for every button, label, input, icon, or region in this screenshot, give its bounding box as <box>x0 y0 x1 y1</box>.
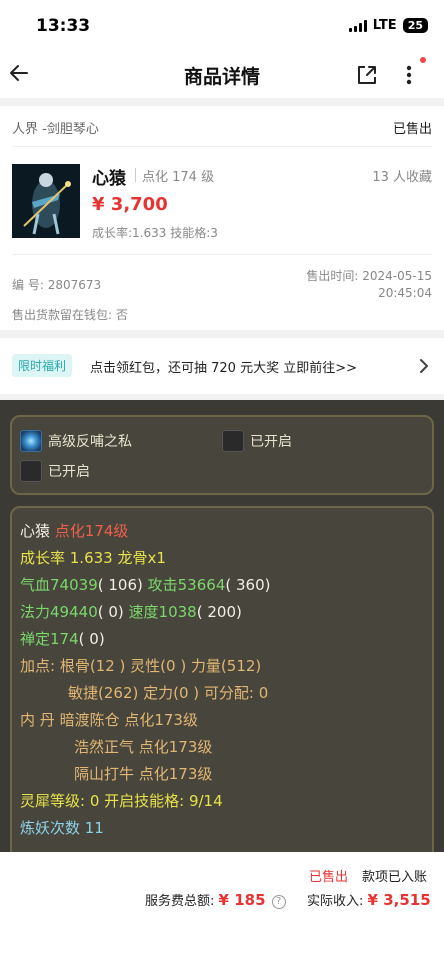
battery-icon: 25 <box>402 18 428 33</box>
skill-slots-frame: 高级反哺之私 已开启 已开启 <box>10 415 434 495</box>
sold-status: 已售出 <box>309 870 349 885</box>
def-bonus: ( 0) <box>78 630 105 648</box>
inner-core-label: 内 丹 <box>20 711 55 729</box>
rhino-line: 灵犀等级: 0 开启技能格: 9/14 <box>20 792 223 810</box>
income-value: ¥ 3,515 <box>367 891 431 909</box>
favorites-count: 13 人收藏 <box>372 170 432 185</box>
service-fee-label: 服务费总额: <box>145 894 215 909</box>
skill-icon <box>20 460 42 482</box>
more-icon[interactable] <box>400 62 418 88</box>
def-line: 禅定174( 0) <box>20 628 105 649</box>
points-line-2: 敏捷(262) 定力(0 ) 可分配: 0 <box>68 684 269 702</box>
skill-slot-label: 高级反哺之私 <box>48 434 132 450</box>
skill-icon <box>222 430 244 452</box>
inner-core-item: 浩然正气 点化173级 <box>74 738 213 756</box>
wallet-setting: 售出货款留在钱包: 否 <box>12 306 128 323</box>
atk-bonus: ( 360) <box>225 576 271 594</box>
actual-income: 实际收入: ¥ 3,515 <box>307 890 431 909</box>
divider <box>0 330 444 338</box>
divider <box>135 168 136 182</box>
settled-status: 款项已入账 <box>362 870 428 885</box>
spd-label: 速度 <box>128 603 159 621</box>
product-card: 人界 -剑胆琴心 已售出 心猿 点化 174 级 13 人收藏 ¥ 3,700 … <box>0 106 444 330</box>
hp-bonus: ( 106) <box>97 576 143 594</box>
skill-slot[interactable]: 已开启 <box>20 460 90 482</box>
divider <box>0 98 444 106</box>
promo-banner[interactable]: 限时福利 点击领红包，还可抽 720 元大奖 立即前往>> <box>0 338 444 394</box>
wallet-label: 售出货款留在钱包: <box>12 308 113 322</box>
pet-level: 点化174级 <box>54 522 129 540</box>
notification-dot <box>420 57 426 63</box>
atk-label: 攻击 <box>147 576 178 594</box>
income-label: 实际收入: <box>307 894 364 909</box>
status-bar: 13:33 LTE 25 <box>0 0 444 52</box>
inner-core-item: 隔山打牛 点化173级 <box>74 765 213 783</box>
signal-icon <box>348 19 367 32</box>
product-id: 编 号: 2807673 <box>12 276 101 293</box>
sold-time: 售出时间: 2024-05-15 20:45:04 <box>306 268 432 302</box>
atk-value: 53664 <box>177 576 226 594</box>
wallet-value: 否 <box>115 308 128 322</box>
server-name: 人界 -剑胆琴心 <box>12 122 99 137</box>
mp-bonus: ( 0) <box>97 603 124 621</box>
nav-bar: 商品详情 <box>0 52 444 98</box>
status-icons: LTE 25 <box>348 18 428 33</box>
sold-time-label: 售出时间: <box>306 269 359 283</box>
promo-text: 点击领红包，还可抽 720 元大奖 立即前往>> <box>90 361 357 376</box>
product-id-label: 编 号: <box>12 278 44 292</box>
game-detail-panel: 高级反哺之私 已开启 已开启 心猿 点化174级 成长率 1.633 龙骨x1 … <box>0 400 444 852</box>
spd-value: 1038 <box>158 603 197 621</box>
sale-status: 已售出 <box>392 122 432 137</box>
hp-value: 74039 <box>50 576 98 594</box>
promo-badge: 限时福利 <box>12 354 73 377</box>
network-label: LTE <box>372 18 397 33</box>
product-level: 点化 174 级 <box>142 170 215 185</box>
service-fee: 服务费总额: ¥ 185 ? <box>145 890 286 909</box>
sold-clock: 20:45:04 <box>378 286 432 300</box>
pet-name-line: 心猿 点化174级 <box>20 520 128 541</box>
mp-value: 49440 <box>50 603 98 621</box>
share-icon[interactable] <box>356 64 378 86</box>
chevron-right-icon[interactable] <box>418 358 430 374</box>
refine-line: 炼妖次数 11 <box>20 819 104 837</box>
product-price: ¥ 3,700 <box>92 194 168 215</box>
def-label: 禅定 <box>20 630 51 648</box>
service-fee-value: ¥ 185 <box>218 891 266 909</box>
help-icon[interactable]: ? <box>271 895 286 909</box>
divider <box>12 146 432 147</box>
product-attributes: 成长率:1.633 技能格:3 <box>92 226 218 240</box>
pet-name: 心猿 <box>20 522 51 540</box>
growth-line: 成长率 1.633 龙骨x1 <box>20 549 166 567</box>
skill-slot-label: 已开启 <box>250 434 292 450</box>
bottom-bar: 已售出 款项已入账 服务费总额: ¥ 185 ? 实际收入: ¥ 3,515 <box>0 852 444 960</box>
product-thumbnail[interactable] <box>12 164 80 238</box>
hp-atk-line: 气血74039( 106) 攻击53664( 360) <box>20 574 270 595</box>
mp-label: 法力 <box>20 603 51 621</box>
skill-slot[interactable]: 已开启 <box>222 430 292 452</box>
skill-slot[interactable]: 高级反哺之私 <box>20 430 132 452</box>
skill-slot-label: 已开启 <box>48 464 90 480</box>
divider <box>12 254 432 255</box>
product-id-value: 2807673 <box>47 278 102 292</box>
skill-icon <box>20 430 42 452</box>
sold-date: 2024-05-15 <box>362 269 432 283</box>
spd-bonus: ( 200) <box>196 603 242 621</box>
hp-label: 气血 <box>20 576 51 594</box>
points-line-1: 加点: 根骨(12 ) 灵性(0 ) 力量(512) <box>20 657 262 675</box>
inner-core-item: 暗渡陈仓 点化173级 <box>59 711 198 729</box>
status-time: 13:33 <box>36 16 91 36</box>
mp-spd-line: 法力49440( 0) 速度1038( 200) <box>20 601 242 622</box>
def-value: 174 <box>50 630 79 648</box>
product-name: 心猿 <box>92 169 126 189</box>
inner-core-line: 内 丹 暗渡陈仓 点化173级 <box>20 709 198 730</box>
